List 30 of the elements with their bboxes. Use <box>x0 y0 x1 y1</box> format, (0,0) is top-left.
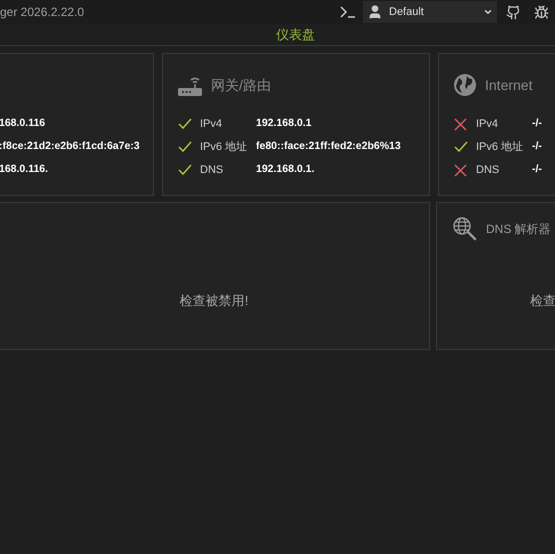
github-icon <box>506 4 520 20</box>
card-title: DNS 解析器 <box>486 221 551 238</box>
row-value: fe80::face:21ff:fed2:e2b6%13 <box>256 139 401 154</box>
profile-dropdown[interactable]: Default <box>363 1 497 23</box>
row-value: 168.0.116 <box>0 116 46 132</box>
row-value: -/- <box>532 139 542 154</box>
row-value: -/- <box>532 116 542 132</box>
page-title: 仪表盘 <box>276 26 315 44</box>
terminal-icon <box>340 6 356 18</box>
window-title: ger 2026.2.22.0 <box>0 4 84 21</box>
row-value: 192.168.0.1 <box>256 116 312 132</box>
row-value: 168.0.116. <box>0 162 48 178</box>
search-globe-icon <box>452 216 478 242</box>
row-value: -/- <box>532 162 542 178</box>
card-title: 网关/路由 <box>211 76 271 94</box>
row-label: IPv6 地址 <box>476 140 524 155</box>
row-value: 192.168.0.1. <box>256 162 314 178</box>
disabled-message: 检查 <box>530 292 555 310</box>
user-icon <box>367 4 383 20</box>
row-label: IPv4 <box>200 116 224 132</box>
disabled-message: 检查被禁用! <box>180 292 248 310</box>
caret-icon <box>483 7 493 17</box>
bug-icon <box>534 4 548 20</box>
row-label: IPv4 <box>476 116 500 132</box>
row-label: IPv6 地址 <box>200 140 248 155</box>
row-label: DNS <box>200 162 224 178</box>
card-title: Internet <box>485 76 532 94</box>
globe-icon <box>453 73 477 97</box>
row-label: DNS <box>476 162 500 178</box>
row-value: :f8ce:21d2:e2b6:f1cd:6a7e:3 <box>0 139 140 154</box>
